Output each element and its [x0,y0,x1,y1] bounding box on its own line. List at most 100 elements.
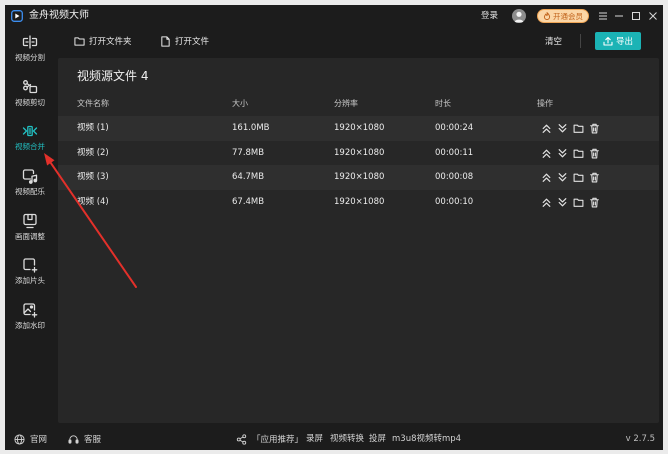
sidebar: 视频分割 视频剪切 视频合并 视频配乐 画面调整 添加片头 添加水印 [5,34,55,347]
maximize-icon[interactable] [629,9,643,23]
move-up-icon[interactable] [541,123,552,134]
column-header-size: 大小 [232,99,248,108]
column-header-actions: 操作 [537,99,553,108]
file-name: 视频 (3) [77,172,109,182]
sidebar-item-add-watermark[interactable]: 添加水印 [5,302,55,347]
move-up-icon[interactable] [541,172,552,183]
footer-bar: 官网 客服 「应用推荐」 录屏 视频转换 投屏 m3u8视频转mp4 v 2.7… [5,428,663,450]
user-avatar-icon[interactable] [512,9,526,23]
column-header-duration: 时长 [435,99,451,108]
table-header: 文件名称 大小 分辨率 时长 操作 [58,98,659,110]
delete-icon[interactable] [589,123,600,134]
move-up-icon[interactable] [541,148,552,159]
recommend-label: 「应用推荐」 [252,435,304,445]
table-row[interactable]: 视频 (1) 161.0MB 1920×1080 00:00:24 [58,116,659,141]
sidebar-item-split[interactable]: 视频分割 [5,34,55,79]
table-row[interactable]: 视频 (3) 64.7MB 1920×1080 00:00:08 [58,165,659,190]
open-folder-button[interactable]: 打开文件夹 [74,27,132,55]
menu-icon[interactable] [596,9,610,23]
sidebar-item-label: 视频合并 [15,142,45,152]
support-label: 客服 [84,435,102,445]
export-label: 导出 [615,37,633,47]
vip-button[interactable]: 开通会员 [537,9,589,23]
move-down-icon[interactable] [557,197,568,208]
move-up-icon[interactable] [541,197,552,208]
move-down-icon[interactable] [557,123,568,134]
file-size: 64.7MB [232,172,265,182]
sidebar-item-label: 视频剪切 [15,97,45,107]
clear-button[interactable]: 清空 [545,27,562,55]
globe-icon [14,433,25,445]
delete-icon[interactable] [589,148,600,159]
vip-label: 开通会员 [553,11,583,21]
title-bar: 金舟视频大师 登录 开通会员 [5,5,663,27]
open-folder-icon[interactable] [573,123,584,134]
delete-icon[interactable] [589,197,600,208]
move-down-icon[interactable] [557,148,568,159]
sidebar-item-label: 视频配乐 [15,187,45,197]
website-label: 官网 [30,435,48,445]
vip-flame-icon [543,12,551,20]
file-name: 视频 (4) [77,196,109,207]
row-actions [541,148,600,159]
footer-link-m3u8-to-mp4[interactable]: m3u8视频转mp4 [392,428,461,450]
sidebar-item-label: 视频分割 [15,53,45,62]
sidebar-item-label: 画面调整 [15,231,45,241]
headset-icon [68,434,79,445]
file-name: 视频 (1) [77,123,109,133]
delete-icon[interactable] [589,172,600,183]
open-folder-icon[interactable] [573,172,584,183]
open-folder-icon[interactable] [573,197,584,208]
folder-icon [74,36,85,47]
toolbar: 打开文件夹 打开文件 清空 导出 [57,27,663,55]
open-file-label: 打开文件 [175,37,210,47]
sidebar-item-label: 添加片头 [15,276,45,286]
file-size: 67.4MB [232,196,265,207]
file-size: 161.0MB [232,123,270,133]
file-list-title: 视频源文件 [77,69,138,83]
table-row[interactable]: 视频 (4) 67.4MB 1920×1080 00:00:10 [58,190,659,215]
open-folder-icon[interactable] [573,148,584,159]
sidebar-item-music[interactable]: 视频配乐 [5,168,55,213]
support-link[interactable]: 客服 [68,428,101,450]
open-folder-label: 打开文件夹 [89,37,132,47]
file-resolution: 1920×1080 [334,123,385,133]
merge-icon [22,123,38,139]
move-down-icon[interactable] [557,172,568,183]
add-intro-icon [22,257,38,274]
toolbar-divider [580,34,581,48]
add-watermark-icon [22,302,38,318]
app-recommend[interactable]: 「应用推荐」 [236,428,303,450]
minimize-icon[interactable] [612,9,626,23]
sidebar-item-add-intro[interactable]: 添加片头 [5,257,55,302]
row-actions [541,172,600,183]
sidebar-item-adjust[interactable]: 画面调整 [5,213,55,258]
export-icon [603,36,613,46]
music-icon [22,168,38,184]
file-duration: 00:00:11 [435,147,474,158]
website-link[interactable]: 官网 [14,428,47,450]
file-resolution: 1920×1080 [334,196,385,207]
file-list-panel: 视频源文件 4 文件名称 大小 分辨率 时长 操作 视频 (1) 161.0MB… [58,58,659,423]
split-icon [22,34,38,50]
export-button[interactable]: 导出 [595,32,641,50]
login-link[interactable]: 登录 [481,5,498,27]
table-row[interactable]: 视频 (2) 77.8MB 1920×1080 00:00:11 [58,141,659,166]
footer-link-screen-record[interactable]: 录屏 [306,428,323,450]
file-name: 视频 (2) [77,147,109,158]
sidebar-item-cut[interactable]: 视频剪切 [5,79,55,124]
file-duration: 00:00:10 [435,196,474,207]
app-logo-icon [11,10,23,22]
file-resolution: 1920×1080 [334,147,385,158]
footer-link-video-convert[interactable]: 视频转换 [330,428,364,450]
file-size: 77.8MB [232,147,265,158]
sidebar-item-merge[interactable]: 视频合并 [5,123,55,168]
file-duration: 00:00:24 [435,123,474,133]
app-window: 金舟视频大师 登录 开通会员 视频分割 视频剪切 视频合并 视频配乐 画面调整 … [5,5,663,450]
open-file-button[interactable]: 打开文件 [160,27,209,55]
file-icon [160,35,171,47]
cut-icon [22,79,38,95]
close-icon[interactable] [646,9,660,23]
footer-link-screen-cast[interactable]: 投屏 [369,428,386,450]
recommend-icon [236,433,247,445]
